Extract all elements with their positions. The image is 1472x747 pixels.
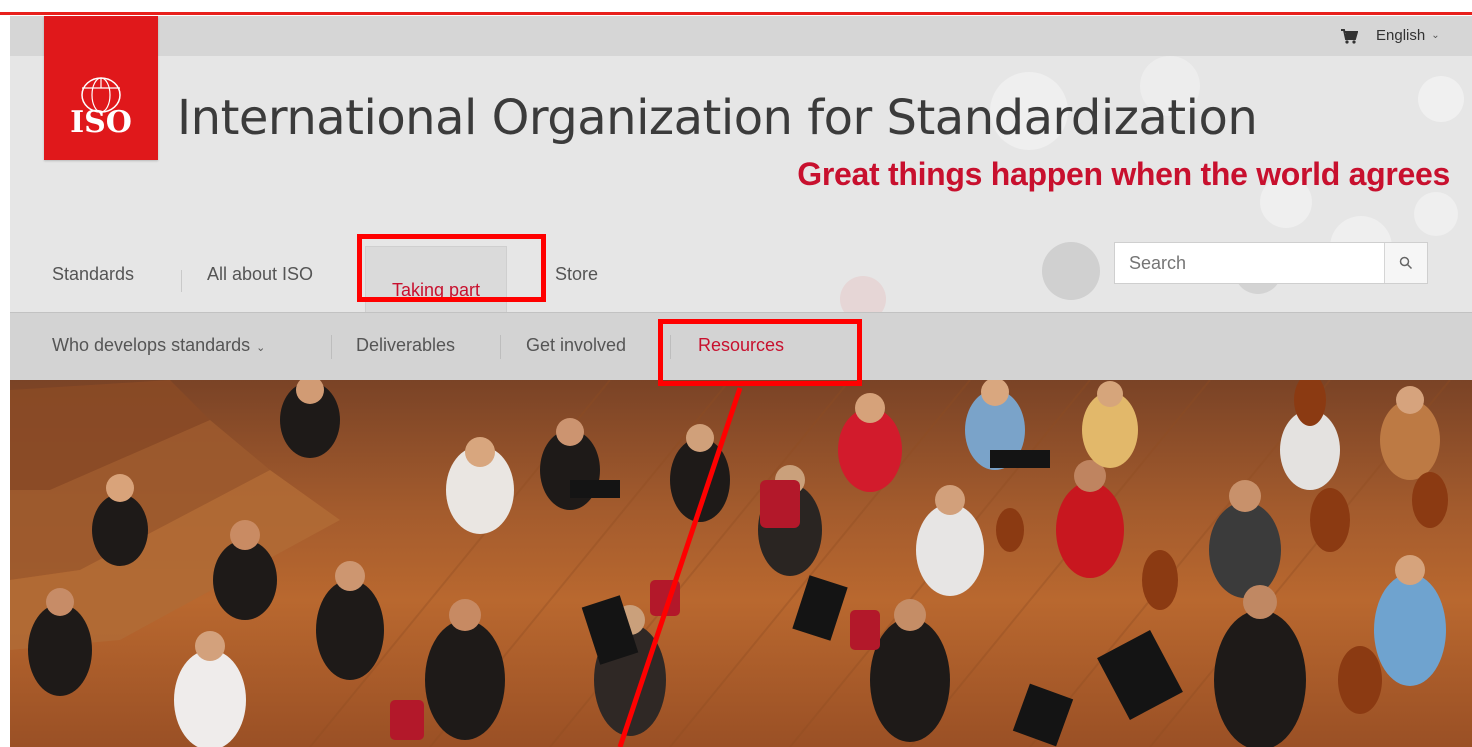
iso-logo[interactable]: ISO	[44, 16, 158, 160]
logo-text: ISO	[70, 105, 132, 140]
nav-taking-part[interactable]: Taking part	[365, 246, 508, 319]
nav-all-about-iso[interactable]: All about ISO	[207, 264, 313, 285]
site-header: English ⌄ ISO International Organization…	[10, 16, 1472, 380]
language-label: English	[1376, 27, 1426, 44]
decorative-circle	[1418, 76, 1464, 122]
subnav-get-involved[interactable]: Get involved	[526, 335, 626, 356]
subnav-deliverables[interactable]: Deliverables	[356, 335, 455, 356]
nav-divider	[181, 270, 182, 292]
utility-bar	[10, 16, 1472, 56]
search-button[interactable]	[1384, 243, 1427, 283]
hero-image	[10, 380, 1472, 747]
orchestra-photo	[10, 380, 1451, 747]
subnav-divider	[500, 335, 501, 359]
decorative-circle	[1414, 192, 1458, 236]
annotation-red-rule	[0, 12, 1472, 15]
nav-store[interactable]: Store	[555, 264, 598, 285]
subnav-label: Who develops standards	[52, 335, 251, 355]
screenshot-frame: English ⌄ ISO International Organization…	[0, 0, 1472, 747]
slogan: Great things happen when the world agree…	[797, 156, 1450, 192]
sub-nav: Who develops standards ⌄ Deliverables Get…	[10, 312, 1472, 380]
search-box	[1114, 242, 1428, 284]
nav-standards[interactable]: Standards	[52, 264, 134, 285]
org-title: International Organization for Standardi…	[177, 90, 1258, 146]
subnav-divider	[331, 335, 332, 359]
language-selector[interactable]: English ⌄	[1376, 27, 1440, 44]
annotation-top-strip	[0, 0, 1472, 16]
chevron-down-icon: ⌄	[1431, 30, 1440, 41]
search-input[interactable]	[1115, 243, 1385, 283]
cart-icon[interactable]	[1340, 27, 1358, 45]
subnav-who-develops-standards[interactable]: Who develops standards ⌄	[52, 335, 265, 356]
subnav-resources[interactable]: Resources	[698, 335, 784, 356]
search-icon	[1399, 256, 1413, 270]
subnav-divider	[670, 335, 671, 359]
chevron-down-icon: ⌄	[256, 342, 266, 354]
